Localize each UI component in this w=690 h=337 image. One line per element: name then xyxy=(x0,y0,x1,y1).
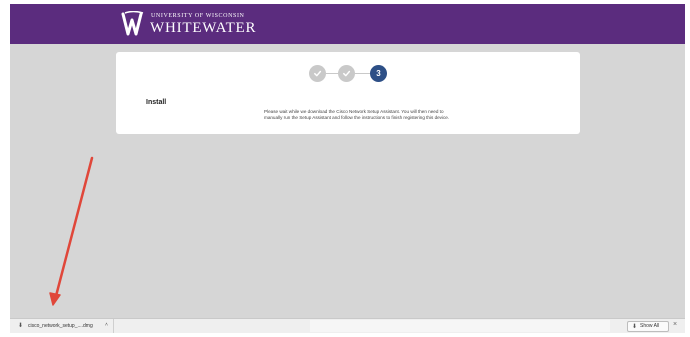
install-card: 3 Install Please wait while we download … xyxy=(116,52,580,134)
install-title: Install xyxy=(146,99,167,106)
close-download-bar-button[interactable]: × xyxy=(673,321,677,328)
download-item-divider xyxy=(113,319,114,333)
download-bar-empty-area xyxy=(310,320,610,332)
show-all-button[interactable]: ⬇ Show All xyxy=(627,321,669,332)
download-icon: ⬇ xyxy=(18,323,24,329)
university-logo-mark xyxy=(121,11,144,36)
check-icon xyxy=(343,70,351,77)
download-file-name[interactable]: cisco_network_setup_....dmg xyxy=(28,323,93,329)
step-3-current: 3 xyxy=(370,65,387,82)
download-options-caret[interactable]: ˄ xyxy=(105,322,108,328)
university-banner: UNIVERSITY OF WISCONSIN WHITEWATER xyxy=(10,4,685,44)
campus-name: WHITEWATER xyxy=(150,20,257,36)
install-message: Please wait while we download the Cisco … xyxy=(264,109,450,120)
download-bar: ⬇ cisco_network_setup_....dmg ˄ ⬇ Show A… xyxy=(10,318,685,333)
university-line: UNIVERSITY OF WISCONSIN xyxy=(151,13,245,19)
step-connector xyxy=(355,73,370,74)
step-1-complete xyxy=(309,65,326,82)
browser-window: UNIVERSITY OF WISCONSIN WHITEWATER 3 Ins… xyxy=(10,4,685,332)
show-all-label: Show All xyxy=(640,323,660,329)
step-2-complete xyxy=(338,65,355,82)
download-icon: ⬇ xyxy=(632,324,638,330)
check-icon xyxy=(314,70,322,77)
